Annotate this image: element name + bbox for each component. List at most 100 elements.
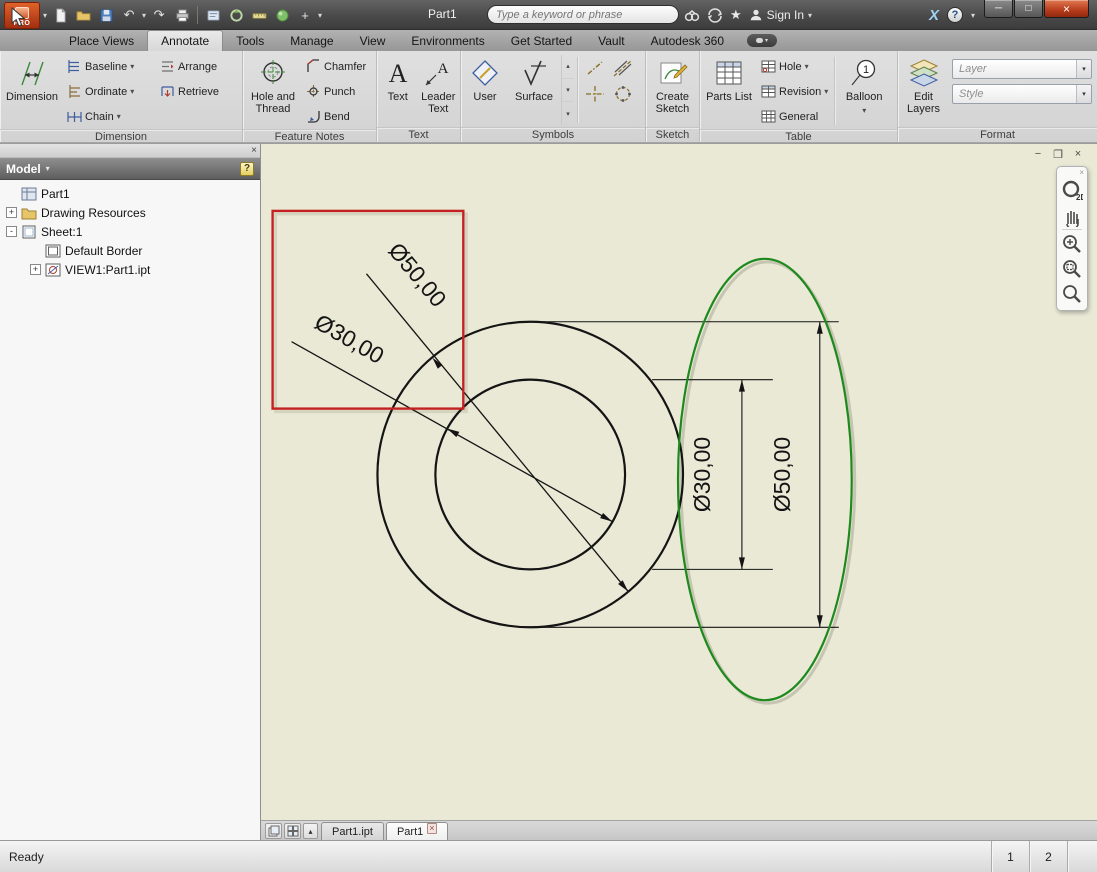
ribbon-display-toggle[interactable]: ▾ [747, 34, 777, 47]
expand-tabs-button[interactable]: ▴ [303, 823, 318, 839]
update-button[interactable] [226, 5, 246, 25]
style-select[interactable]: Style ▾ [952, 84, 1092, 104]
doc-minimize-icon[interactable]: − [1031, 148, 1045, 161]
parts-list-button[interactable]: Parts List [701, 53, 757, 129]
app-menu-chevron-icon[interactable]: ▾ [43, 11, 47, 20]
tab-annotate[interactable]: Annotate [147, 30, 224, 51]
exchange-apps-icon[interactable]: X [929, 7, 939, 24]
tab-get-started[interactable]: Get Started [498, 31, 585, 51]
iproperties-button[interactable] [203, 5, 223, 25]
layer-select[interactable]: Layer ▾ [952, 59, 1092, 79]
subscription-icon[interactable] [707, 7, 723, 23]
navbar-close-icon[interactable]: × [1079, 168, 1084, 178]
tree-item-sheet1[interactable]: - Sheet:1 [2, 222, 258, 241]
sign-in-button[interactable]: Sign In ▾ [749, 8, 812, 22]
leader-text-button[interactable]: A Leader Text [418, 53, 459, 127]
undo-button[interactable]: ↶ [119, 5, 139, 25]
tab-manage[interactable]: Manage [277, 31, 346, 51]
doc-tab-part1[interactable]: Part1 × [385, 822, 448, 840]
dim-label-leader-50[interactable]: Ø50,00 [383, 237, 451, 311]
minimize-button[interactable]: ─ [984, 0, 1013, 18]
revision-table-button[interactable]: Revision ▾ [757, 79, 832, 104]
hole-table-button[interactable]: Hole ▾ [757, 54, 832, 79]
center-mark-button[interactable] [582, 82, 608, 106]
browser-header[interactable]: Model ▾ ? [0, 158, 260, 180]
panel-label-sketch[interactable]: Sketch [646, 127, 699, 142]
create-sketch-button[interactable]: Create Sketch [647, 53, 698, 127]
doc-close-icon[interactable]: × [1071, 148, 1085, 161]
dim-label-leader-30[interactable]: Ø30,00 [310, 309, 388, 369]
surface-texture-button[interactable]: Surface [508, 53, 560, 127]
tree-item-view1[interactable]: + VIEW1:Part1.ipt [2, 260, 258, 279]
dim-label-linear-50[interactable]: Ø50,00 [769, 437, 795, 512]
retrieve-button[interactable]: Retrieve [156, 79, 223, 104]
chamfer-button[interactable]: Chamfer [302, 54, 370, 79]
binoculars-icon[interactable] [684, 7, 700, 23]
outer-circle[interactable] [376, 320, 685, 629]
bend-button[interactable]: Bend [302, 104, 370, 129]
pan-button[interactable] [1059, 203, 1085, 228]
panel-label-format[interactable]: Format [898, 127, 1097, 142]
baseline-button[interactable]: Baseline ▾ [63, 54, 156, 79]
expander-icon[interactable]: + [6, 207, 17, 218]
help-chevron-icon[interactable]: ▾ [971, 11, 975, 20]
tab-place-views[interactable]: Place Views [56, 31, 147, 51]
tab-vault[interactable]: Vault [585, 31, 637, 51]
help-search-box[interactable] [487, 5, 679, 24]
new-file-button[interactable] [50, 5, 70, 25]
help-button[interactable]: ? [946, 7, 963, 23]
print-button[interactable] [172, 5, 192, 25]
gallery-down-button[interactable]: ▾ [562, 79, 574, 103]
undo-chevron-icon[interactable]: ▾ [142, 11, 146, 20]
chain-button[interactable]: Chain ▾ [63, 104, 156, 129]
browser-close-icon[interactable]: × [251, 145, 257, 156]
save-button[interactable] [96, 5, 116, 25]
qat-customize-chevron-icon[interactable]: ▾ [318, 11, 322, 20]
drawing-canvas[interactable]: − ❐ × × 2D [261, 144, 1097, 840]
chevron-down-icon[interactable]: ▾ [1076, 60, 1091, 78]
search-input[interactable] [496, 8, 670, 21]
chevron-down-icon[interactable]: ▾ [1076, 85, 1091, 103]
maximize-button[interactable]: □ [1014, 0, 1043, 18]
panel-label-feature-notes[interactable]: Feature Notes [243, 129, 376, 144]
arrange-button[interactable]: Arrange [156, 54, 221, 79]
edit-layers-button[interactable]: Edit Layers [899, 53, 948, 127]
ordinate-button[interactable]: Ordinate ▾ [63, 79, 156, 104]
doc-tab-part1-ipt[interactable]: Part1.ipt [321, 822, 384, 840]
arrange-windows-button[interactable] [265, 823, 282, 839]
tile-windows-button[interactable] [284, 823, 301, 839]
zoom-all-button[interactable] [1059, 281, 1085, 306]
tab-view[interactable]: View [347, 31, 399, 51]
hole-and-thread-button[interactable]: Hole and Thread [244, 53, 302, 129]
panel-label-table[interactable]: Table [700, 129, 897, 144]
zoom-in-button[interactable] [1059, 231, 1085, 256]
open-button[interactable] [73, 5, 93, 25]
panel-label-dimension[interactable]: Dimension [0, 129, 242, 144]
tab-autodesk-360[interactable]: Autodesk 360 [638, 31, 737, 51]
dimension-button[interactable]: Dimension [1, 53, 63, 129]
tab-environments[interactable]: Environments [398, 31, 497, 51]
favorites-star-icon[interactable]: ★ [730, 7, 742, 23]
general-table-button[interactable]: General [757, 104, 832, 129]
leader-dimension-50[interactable]: Ø50,00 [365, 237, 629, 592]
balloon-button[interactable]: 1 Balloon ▾ [837, 53, 891, 129]
appearance-button[interactable] [272, 5, 292, 25]
tree-item-drawing-resources[interactable]: + Drawing Resources [2, 203, 258, 222]
centerline-button[interactable] [582, 56, 608, 80]
panel-label-text[interactable]: Text [377, 127, 460, 142]
linear-dimension-50[interactable]: Ø50,00 [530, 321, 839, 628]
gallery-up-button[interactable]: ▴ [562, 55, 574, 79]
expander-icon[interactable]: - [6, 226, 17, 237]
material-button[interactable]: + [295, 5, 315, 25]
tree-item-default-border[interactable]: Default Border [2, 241, 258, 260]
text-button[interactable]: A Text [378, 53, 418, 127]
zoom-window-button[interactable] [1059, 256, 1085, 281]
application-menu-button[interactable]: PRO [4, 1, 40, 29]
browser-help-button[interactable]: ? [240, 161, 254, 176]
punch-button[interactable]: Punch [302, 79, 370, 104]
doc-restore-icon[interactable]: ❐ [1051, 148, 1065, 161]
linear-dimension-30[interactable]: Ø30,00 [652, 379, 773, 570]
panel-label-symbols[interactable]: Symbols [461, 127, 645, 142]
redo-button[interactable]: ↷ [149, 5, 169, 25]
centered-pattern-button[interactable] [610, 82, 636, 106]
